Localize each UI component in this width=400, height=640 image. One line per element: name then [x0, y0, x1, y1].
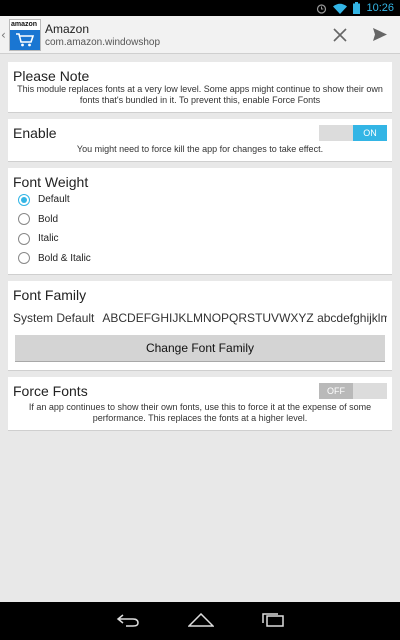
current-font-name: System Default — [13, 311, 95, 325]
send-icon — [373, 28, 387, 41]
cart-icon — [10, 29, 40, 50]
battery-icon — [353, 2, 361, 14]
note-card: Please Note This module replaces fonts a… — [8, 62, 392, 113]
radio-default[interactable]: Default — [18, 190, 387, 210]
enable-description: You might need to force kill the app for… — [76, 144, 324, 154]
app-logo-text: amazon — [11, 20, 38, 28]
enable-toggle-label: ON — [353, 125, 387, 141]
enable-toggle[interactable]: ON — [319, 125, 387, 141]
home-icon — [187, 612, 215, 627]
radio-bold[interactable]: Bold — [18, 210, 387, 230]
send-button[interactable] — [360, 16, 400, 54]
enable-title: Enable — [13, 125, 57, 141]
font-weight-card: Font Weight Default Bold Italic Bold & I… — [8, 168, 392, 275]
font-family-title: Font Family — [13, 287, 87, 303]
app-titles: Amazon com.amazon.windowshop — [45, 22, 320, 48]
navigation-bar — [0, 602, 400, 640]
enable-card: Enable ON You might need to force kill t… — [8, 119, 392, 162]
recent-apps-button[interactable] — [262, 612, 284, 631]
settings-content: Please Note This module replaces fonts a… — [8, 62, 392, 437]
app-package: com.amazon.windowshop — [45, 36, 161, 48]
radio-bold-italic[interactable]: Bold & Italic — [18, 249, 387, 269]
wifi-icon — [333, 3, 348, 14]
radio-label: Italic — [38, 233, 59, 245]
force-fonts-toggle[interactable]: OFF — [319, 383, 387, 399]
status-bar: 10:26 — [0, 0, 400, 16]
change-font-family-button[interactable]: Change Font Family — [15, 335, 385, 362]
radio-label: Bold & Italic — [38, 252, 91, 264]
back-button[interactable] — [116, 612, 140, 631]
home-button[interactable] — [187, 612, 215, 631]
font-preview: System Default ABCDEFGHIJKLMNOPQRSTUVWXY… — [13, 311, 387, 325]
radio-button[interactable] — [18, 252, 30, 265]
font-weight-title: Font Weight — [13, 174, 89, 190]
radio-label: Default — [38, 194, 70, 206]
radio-button[interactable] — [18, 232, 30, 245]
radio-button-checked[interactable] — [18, 193, 30, 206]
app-title: Amazon — [45, 21, 90, 36]
recent-apps-icon — [262, 612, 284, 627]
font-family-card: Font Family System Default ABCDEFGHIJKLM… — [8, 281, 392, 371]
note-title: Please Note — [13, 68, 90, 84]
force-fonts-title: Force Fonts — [13, 383, 88, 399]
close-icon — [333, 27, 347, 42]
action-bar: ‹ amazon Amazon com.amazon.windowshop — [0, 16, 400, 54]
radio-label: Bold — [38, 213, 59, 225]
force-fonts-toggle-label: OFF — [319, 383, 353, 399]
status-clock: 10:26 — [366, 2, 394, 14]
force-fonts-card: Force Fonts OFF If an app continues to s… — [8, 377, 392, 431]
alarm-icon — [316, 3, 327, 14]
font-sample: ABCDEFGHIJKLMNOPQRSTUVWXYZ abcdefghijklm… — [102, 311, 387, 325]
force-fonts-description: If an app continues to show their own fo… — [28, 402, 372, 423]
radio-button[interactable] — [18, 213, 30, 226]
note-description: This module replaces fonts at a very low… — [17, 84, 383, 105]
radio-italic[interactable]: Italic — [18, 229, 387, 249]
back-icon — [116, 613, 139, 627]
up-caret-icon[interactable]: ‹ — [1, 28, 9, 42]
app-icon[interactable]: amazon — [9, 18, 41, 51]
close-button[interactable] — [320, 16, 360, 54]
